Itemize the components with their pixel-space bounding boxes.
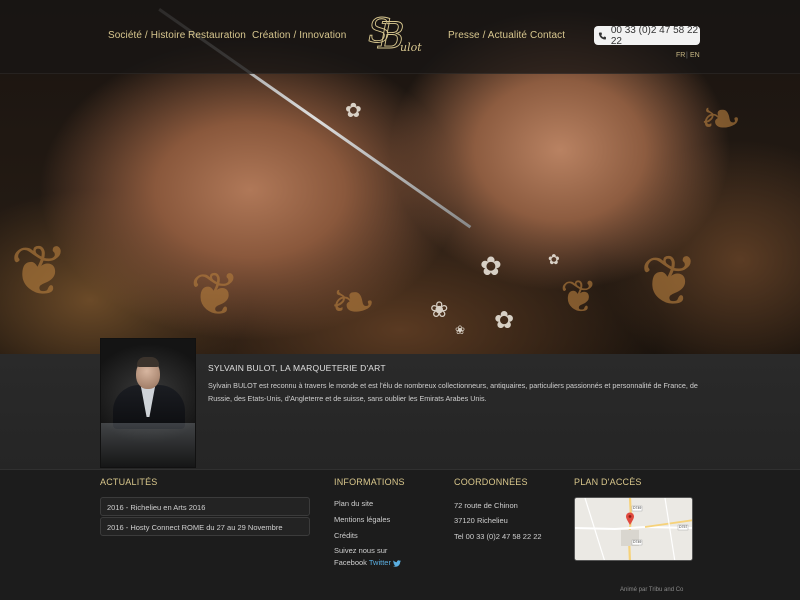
map-label: D749 bbox=[633, 506, 642, 510]
actualites-title: ACTUALITÉS bbox=[100, 477, 158, 487]
informations-title: INFORMATIONS bbox=[334, 477, 405, 487]
news-item[interactable]: 2016 - Richelieu en Arts 2016 bbox=[100, 497, 310, 516]
flower-inlay: ✿ bbox=[345, 98, 362, 122]
map-label: D757 bbox=[679, 525, 688, 529]
phone-button[interactable]: 00 33 (0)2 47 58 22 22 bbox=[594, 24, 700, 47]
portrait-table bbox=[101, 423, 195, 467]
lang-separator: | bbox=[686, 52, 688, 59]
leaf-ornament: ❦ bbox=[640, 240, 699, 322]
access-map[interactable]: D749 D749 D757 bbox=[574, 497, 693, 561]
flower-inlay: ❀ bbox=[455, 323, 466, 337]
leaf-ornament: ❦ bbox=[190, 260, 241, 330]
twitter-icon[interactable] bbox=[393, 559, 402, 567]
flower-inlay: ✿ bbox=[548, 252, 560, 268]
nav-creation-innovation[interactable]: Création / Innovation bbox=[252, 30, 346, 41]
link-mentions-legales[interactable]: Mentions légales bbox=[334, 515, 390, 524]
phone-number: 00 33 (0)2 47 58 22 22 bbox=[610, 24, 699, 47]
flower-inlay: ✿ bbox=[480, 252, 502, 282]
map-label: D749 bbox=[633, 540, 642, 544]
nav-restauration[interactable]: Restauration bbox=[188, 30, 246, 41]
leaf-ornament: ❧ bbox=[700, 90, 742, 148]
nav-societe-histoire[interactable]: Société / Histoire bbox=[108, 30, 185, 41]
leaf-ornament: ❦ bbox=[10, 230, 69, 312]
svg-text:ulot: ulot bbox=[400, 41, 422, 54]
portrait-hair bbox=[137, 357, 159, 367]
phone-icon bbox=[598, 31, 606, 40]
address-line-1: 72 route de Chinon bbox=[454, 501, 518, 510]
portrait-photo bbox=[100, 338, 196, 468]
credit-text[interactable]: Animé par Tribu and Co bbox=[620, 587, 683, 593]
footer-phone: Tel 00 33 (0)2 47 58 22 22 bbox=[454, 532, 542, 541]
plan-acces-title: PLAN D'ACCÈS bbox=[574, 477, 642, 487]
follow-us-label: Suivez nous sur bbox=[334, 546, 388, 555]
leaf-ornament: ❦ bbox=[560, 270, 598, 323]
bio-title: SYLVAIN BULOT, LA MARQUETERIE D'ART bbox=[208, 363, 386, 373]
news-item[interactable]: 2016 - Hosty Connect ROME du 27 au 29 No… bbox=[100, 517, 310, 536]
leaf-ornament: ❧ bbox=[330, 270, 377, 334]
coordonnees-title: COORDONNÉES bbox=[454, 477, 528, 487]
bio-text: Sylvain BULOT est reconnu à travers le m… bbox=[208, 381, 698, 403]
flower-inlay: ❀ bbox=[430, 298, 449, 323]
logo[interactable]: S B ulot bbox=[364, 8, 436, 66]
nav-contact[interactable]: Contact bbox=[530, 30, 565, 41]
link-plan-du-site[interactable]: Plan du site bbox=[334, 499, 373, 508]
social-links: Facebook Twitter bbox=[334, 558, 402, 567]
address-line-2: 37120 Richelieu bbox=[454, 516, 508, 525]
lang-fr[interactable]: FR bbox=[676, 52, 685, 59]
nav-presse-actualite[interactable]: Presse / Actualité bbox=[448, 30, 527, 41]
link-credits[interactable]: Crédits bbox=[334, 531, 358, 540]
twitter-link[interactable]: Twitter bbox=[369, 558, 391, 567]
lang-en[interactable]: EN bbox=[690, 52, 700, 59]
flower-inlay: ✿ bbox=[494, 306, 515, 334]
facebook-link[interactable]: Facebook bbox=[334, 558, 367, 567]
site-header: Société / Histoire Restauration Création… bbox=[0, 0, 800, 74]
